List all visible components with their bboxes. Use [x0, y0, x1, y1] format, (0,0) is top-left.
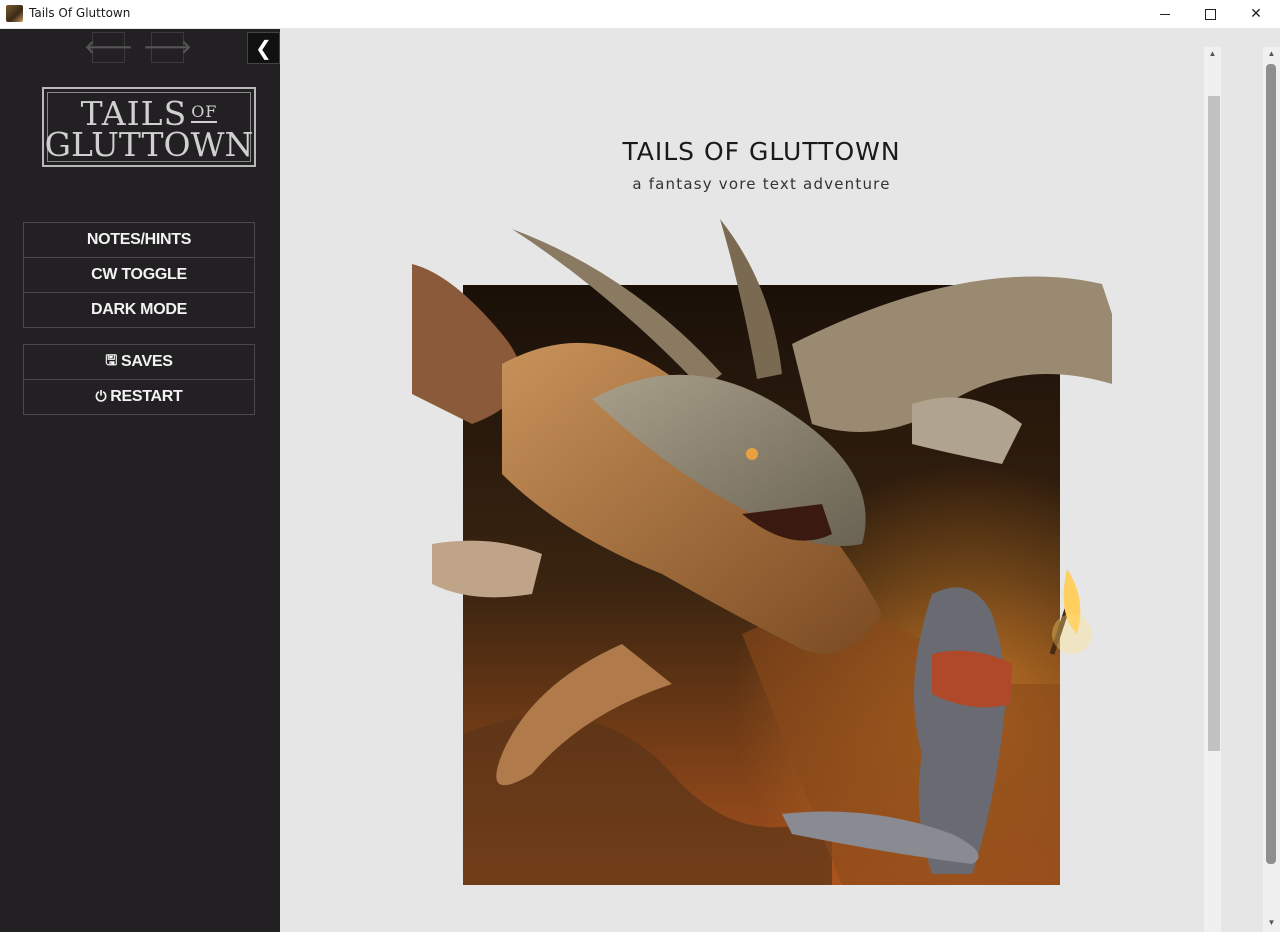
save-icon: 🖫	[105, 353, 118, 369]
cw-toggle-button[interactable]: CW TOGGLE	[24, 258, 254, 293]
cover-illustration	[412, 219, 1112, 885]
notes-hints-button[interactable]: NOTES/HINTS	[24, 223, 254, 258]
chevron-left-icon: ❮	[255, 36, 272, 60]
dark-mode-button[interactable]: DARK MODE	[24, 293, 254, 327]
power-icon: ⏻	[95, 389, 107, 405]
saves-button[interactable]: 🖫 SAVES	[24, 345, 254, 380]
back-button[interactable]: 🡐	[84, 32, 133, 63]
arrow-right-icon: 🡒	[143, 37, 192, 58]
minimize-button[interactable]	[1142, 0, 1188, 28]
restart-button[interactable]: ⏻ RESTART	[24, 380, 254, 414]
menu-group-secondary: 🖫 SAVES ⏻ RESTART	[23, 344, 255, 415]
window-scroll-up-icon[interactable]: ▲	[1263, 49, 1280, 61]
minimize-icon	[1160, 13, 1170, 15]
game-logo: TAILS OF GLUTTOWN	[42, 87, 256, 167]
close-button[interactable]: ✕	[1233, 0, 1279, 28]
app-icon	[6, 5, 23, 22]
maximize-icon	[1204, 8, 1216, 20]
content-scrollbar-thumb[interactable]	[1208, 96, 1220, 751]
game-subtitle: a fantasy vore text adventure	[632, 175, 891, 193]
forward-button[interactable]: 🡒	[143, 32, 192, 63]
sidebar: 🡐 🡒 ❮ TAILS OF GLUTTOWN NOTES/HINTS CW TO…	[0, 29, 280, 932]
menu-group-primary: NOTES/HINTS CW TOGGLE DARK MODE	[23, 222, 255, 328]
collapse-sidebar-button[interactable]: ❮	[247, 32, 280, 64]
window-scrollbar-thumb[interactable]	[1266, 64, 1276, 864]
main-content: TAILS OF GLUTTOWN a fantasy vore text ad…	[280, 29, 1280, 932]
maximize-button[interactable]	[1187, 0, 1233, 28]
window-titlebar: Tails Of Gluttown ✕	[0, 0, 1280, 29]
arrow-left-icon: 🡐	[84, 37, 133, 58]
logo-line-2: GLUTTOWN	[44, 125, 254, 164]
close-icon: ✕	[1250, 6, 1262, 22]
content-scroll-up-icon[interactable]: ▲	[1204, 49, 1221, 63]
window-title: Tails Of Gluttown	[29, 6, 131, 20]
window-scroll-down-icon[interactable]: ▼	[1263, 918, 1280, 930]
game-title: TAILS OF GLUTTOWN	[622, 137, 901, 166]
